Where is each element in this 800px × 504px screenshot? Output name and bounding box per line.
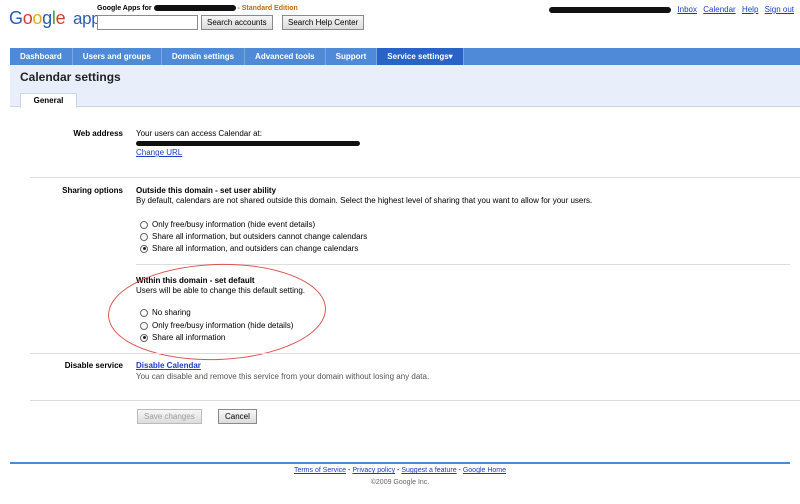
help-link[interactable]: Help	[742, 5, 758, 14]
outside-domain-desc: By default, calendars are not shared out…	[136, 196, 593, 205]
nav-domain-settings[interactable]: Domain settings	[162, 48, 246, 65]
privacy-policy-link[interactable]: Privacy policy	[352, 467, 395, 474]
terms-of-service-link[interactable]: Terms of Service	[294, 467, 346, 474]
sign-out-link[interactable]: Sign out	[765, 5, 794, 14]
nav-support[interactable]: Support	[326, 48, 378, 65]
nav-service-settings[interactable]: Service settings▾	[377, 48, 464, 65]
nav-dashboard[interactable]: Dashboard	[10, 48, 73, 65]
page-title: Calendar settings	[20, 70, 121, 84]
search-input[interactable]	[97, 15, 198, 30]
sharing-options-label: Sharing options	[62, 186, 123, 195]
inside-domain-title: Within this domain - set default	[136, 276, 255, 285]
divider	[30, 353, 800, 354]
nav-users-and-groups[interactable]: Users and groups	[73, 48, 162, 65]
calendar-link[interactable]: Calendar	[703, 5, 735, 14]
nav-advanced-tools[interactable]: Advanced tools	[245, 48, 326, 65]
tab-general[interactable]: General	[20, 93, 77, 108]
footer-rule	[10, 462, 790, 464]
radio-button[interactable]	[140, 232, 148, 241]
web-address-intro: Your users can access Calendar at:	[136, 129, 262, 138]
radio-button[interactable]	[140, 321, 148, 330]
cancel-button[interactable]: Cancel	[218, 409, 257, 424]
outside-option-free-busy[interactable]: Only free/busy information (hide event d…	[140, 220, 315, 229]
divider	[30, 177, 800, 178]
top-links: Inbox Calendar Help Sign out	[549, 5, 794, 14]
change-url-link[interactable]: Change URL	[136, 148, 182, 157]
search-accounts-button[interactable]: Search accounts	[201, 15, 273, 30]
divider	[136, 264, 790, 265]
inside-option-share-all[interactable]: Share all information	[140, 333, 225, 342]
google-apps-logo: Google apps	[9, 8, 109, 29]
footer-links: Terms of Service - Privacy policy - Sugg…	[293, 467, 507, 474]
radio-button-selected[interactable]	[140, 333, 148, 342]
radio-button[interactable]	[140, 308, 148, 317]
outside-option-share-no-change[interactable]: Share all information, but outsiders can…	[140, 232, 367, 241]
search-help-center-button[interactable]: Search Help Center	[282, 15, 365, 30]
outside-domain-title: Outside this domain - set user ability	[136, 186, 277, 195]
radio-button-selected[interactable]	[140, 244, 148, 253]
web-address-label: Web address	[73, 129, 123, 138]
disable-service-desc: You can disable and remove this service …	[136, 372, 430, 381]
logo-google: Google	[9, 8, 66, 28]
redacted-domain	[153, 5, 236, 12]
inside-domain-desc: Users will be able to change this defaul…	[136, 286, 305, 295]
radio-button[interactable]	[140, 220, 148, 229]
org-prefix: Google Apps for	[97, 5, 152, 12]
inside-option-free-busy[interactable]: Only free/busy information (hide details…	[140, 321, 293, 330]
redacted-url	[136, 141, 360, 147]
copyright: ©2009 Google Inc.	[370, 479, 430, 486]
disable-calendar-link[interactable]: Disable Calendar	[136, 361, 201, 370]
edition-label: - Standard Edition	[235, 5, 298, 12]
outside-option-share-can-change[interactable]: Share all information, and outsiders can…	[140, 244, 358, 253]
page-header: Calendar settings General	[10, 65, 800, 108]
inside-option-no-sharing[interactable]: No sharing	[140, 308, 191, 317]
divider	[30, 400, 800, 401]
web-address-url	[136, 139, 360, 148]
inbox-link[interactable]: Inbox	[677, 5, 697, 14]
suggest-feature-link[interactable]: Suggest a feature	[401, 467, 456, 474]
main-nav: Dashboard Users and groups Domain settin…	[10, 48, 800, 65]
google-home-link[interactable]: Google Home	[463, 467, 506, 474]
disable-service-label: Disable service	[64, 361, 123, 370]
org-line: Google Apps for - Standard Edition	[97, 5, 298, 12]
save-changes-button[interactable]: Save changes	[137, 409, 202, 424]
redacted-account	[549, 6, 672, 13]
